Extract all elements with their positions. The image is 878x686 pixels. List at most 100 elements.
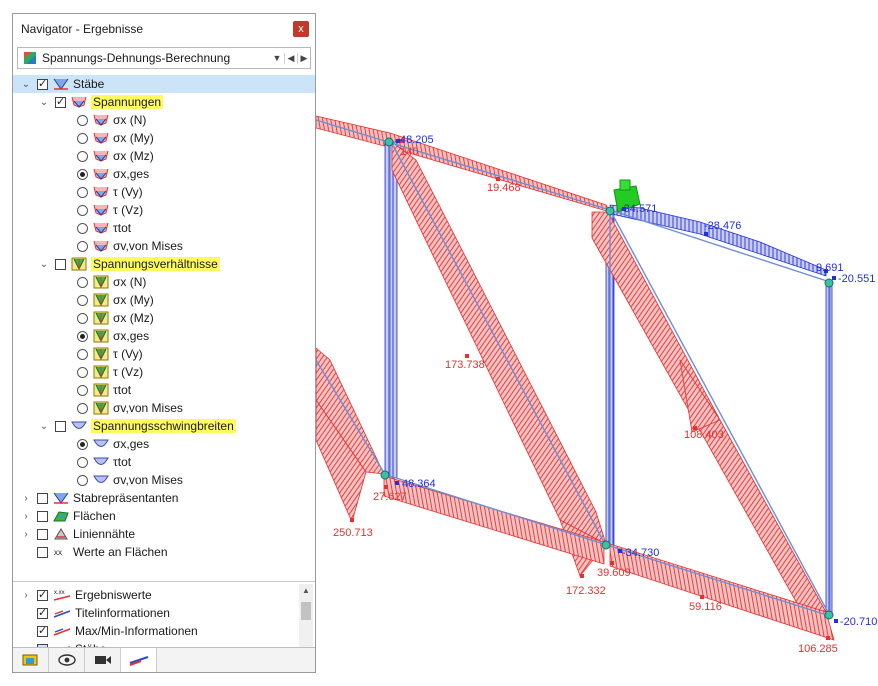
radio-button[interactable] — [77, 114, 88, 126]
tree-item-21[interactable]: τtot — [13, 453, 315, 471]
stress-icon — [93, 167, 109, 181]
tree-item-19[interactable]: ⌄ Spannungsschwingbreiten — [13, 417, 315, 435]
tree-item-label: τtot — [113, 383, 132, 397]
radio-button[interactable] — [77, 240, 88, 252]
tree-item-25[interactable]: › Liniennähte — [13, 525, 315, 543]
view-tab[interactable] — [49, 648, 85, 672]
tree-item-3[interactable]: σx (My) — [13, 129, 315, 147]
tree-item-0[interactable]: ⌄ Stäbe — [13, 75, 315, 93]
radio-button[interactable] — [77, 294, 88, 306]
radio-button[interactable] — [77, 312, 88, 324]
scrollbar[interactable]: ▲ ▼ — [299, 584, 313, 656]
tree-item-label: σx,ges — [113, 167, 150, 181]
navigator-panel: Navigator - Ergebnisse x Spannungs-Dehnu… — [12, 13, 316, 673]
analysis-type-select[interactable]: Spannungs-Dehnungs-Berechnung ▼ ◀ ▶ — [17, 47, 311, 69]
range-icon — [71, 419, 87, 433]
radio-button[interactable] — [77, 168, 88, 180]
stress-icon — [93, 149, 109, 163]
stress-strain-icon — [24, 52, 36, 64]
tree-item-22[interactable]: σv,von Mises — [13, 471, 315, 489]
value-label: 59.116 — [689, 601, 722, 613]
ratio-icon — [93, 275, 109, 289]
checkbox[interactable] — [37, 492, 48, 504]
data-tab[interactable] — [13, 648, 49, 672]
tree-item-26[interactable]: xx Werte an Flächen — [13, 543, 315, 561]
chevron-right-icon[interactable]: › — [21, 590, 31, 601]
tree-item-15[interactable]: τ (Vy) — [13, 345, 315, 363]
tree-item-2[interactable]: σx (N) — [13, 111, 315, 129]
chevron-right-icon[interactable]: › — [21, 493, 31, 504]
tree-item-16[interactable]: τ (Vz) — [13, 363, 315, 381]
checkbox[interactable] — [37, 528, 48, 540]
tree-item-14[interactable]: σx,ges — [13, 327, 315, 345]
top-chord-right-diagram — [609, 204, 827, 277]
radio-button[interactable] — [77, 456, 88, 468]
checkbox[interactable] — [55, 95, 66, 108]
chevron-down-icon[interactable]: ⌄ — [39, 97, 49, 108]
chevron-right-icon[interactable]: › — [21, 511, 31, 522]
radio-button[interactable] — [77, 150, 88, 162]
tree-item-17[interactable]: τtot — [13, 381, 315, 399]
result-tab[interactable] — [121, 648, 157, 672]
checkbox[interactable] — [37, 588, 48, 601]
tree-item-20[interactable]: σx,ges — [13, 435, 315, 453]
value-label: 106.285 — [798, 643, 838, 655]
scroll-thumb[interactable] — [301, 602, 311, 620]
value-label: -34.571 — [620, 203, 657, 215]
checkbox[interactable] — [37, 77, 48, 90]
radio-button[interactable] — [77, 276, 88, 288]
display-item-1[interactable]: Titelinformationen — [13, 604, 303, 622]
tree-item-4[interactable]: σx (Mz) — [13, 147, 315, 165]
value-label: 250.713 — [333, 527, 373, 539]
tree-item-11[interactable]: σx (N) — [13, 273, 315, 291]
camera-tab[interactable] — [85, 648, 121, 672]
radio-button[interactable] — [77, 384, 88, 396]
ratio-icon — [93, 401, 109, 415]
chevron-down-icon[interactable]: ⌄ — [21, 79, 31, 90]
tree-item-9[interactable]: σv,von Mises — [13, 237, 315, 255]
tree-item-8[interactable]: τtot — [13, 219, 315, 237]
chevron-down-icon[interactable]: ⌄ — [39, 259, 49, 270]
left-vertical-diagram — [384, 141, 398, 479]
radio-button[interactable] — [77, 366, 88, 378]
tree-item-1[interactable]: ⌄ Spannungen — [13, 93, 315, 111]
radio-button[interactable] — [77, 348, 88, 360]
tree-item-23[interactable]: › Stabrepräsentanten — [13, 489, 315, 507]
value-label: -20.551 — [838, 273, 875, 285]
checkbox[interactable] — [37, 546, 48, 558]
chevron-down-icon[interactable]: ⌄ — [39, 421, 49, 432]
radio-button[interactable] — [77, 438, 88, 450]
radio-button[interactable] — [77, 402, 88, 414]
close-button[interactable]: x — [293, 21, 309, 37]
tree-item-10[interactable]: ⌄ Spannungsverhältnisse — [13, 255, 315, 273]
results-tree: ⌄ Stäbe ⌄ Spannungen σx (N) σx (My) σx (Mz) σx,… — [13, 75, 315, 575]
next-icon[interactable]: ▶ — [297, 52, 310, 64]
radio-button[interactable] — [77, 204, 88, 216]
tree-item-12[interactable]: σx (My) — [13, 291, 315, 309]
navigator-title: Navigator - Ergebnisse — [21, 22, 144, 36]
chevron-down-icon[interactable]: ▼ — [270, 53, 284, 63]
radio-button[interactable] — [77, 186, 88, 198]
checkbox[interactable] — [55, 258, 66, 270]
radio-button[interactable] — [77, 132, 88, 144]
checkbox[interactable] — [37, 624, 48, 637]
display-item-2[interactable]: Max/Min-Informationen — [13, 622, 303, 640]
scroll-up-icon[interactable]: ▲ — [299, 586, 313, 595]
radio-button[interactable] — [77, 330, 88, 342]
checkbox[interactable] — [37, 510, 48, 522]
chevron-right-icon[interactable]: › — [21, 529, 31, 540]
value-label: 48.364 — [402, 478, 436, 490]
tree-item-5[interactable]: σx,ges — [13, 165, 315, 183]
tree-item-13[interactable]: σx (Mz) — [13, 309, 315, 327]
tree-item-18[interactable]: σv,von Mises — [13, 399, 315, 417]
tree-item-7[interactable]: τ (Vz) — [13, 201, 315, 219]
radio-button[interactable] — [77, 222, 88, 234]
tree-item-6[interactable]: τ (Vy) — [13, 183, 315, 201]
previous-icon[interactable]: ◀ — [284, 52, 297, 64]
checkbox[interactable] — [37, 606, 48, 619]
display-item-0[interactable]: › x.xx Ergebniswerte — [13, 586, 303, 604]
checkbox[interactable] — [55, 420, 66, 432]
radio-button[interactable] — [77, 474, 88, 486]
data-icon — [22, 654, 37, 666]
tree-item-24[interactable]: › Flächen — [13, 507, 315, 525]
